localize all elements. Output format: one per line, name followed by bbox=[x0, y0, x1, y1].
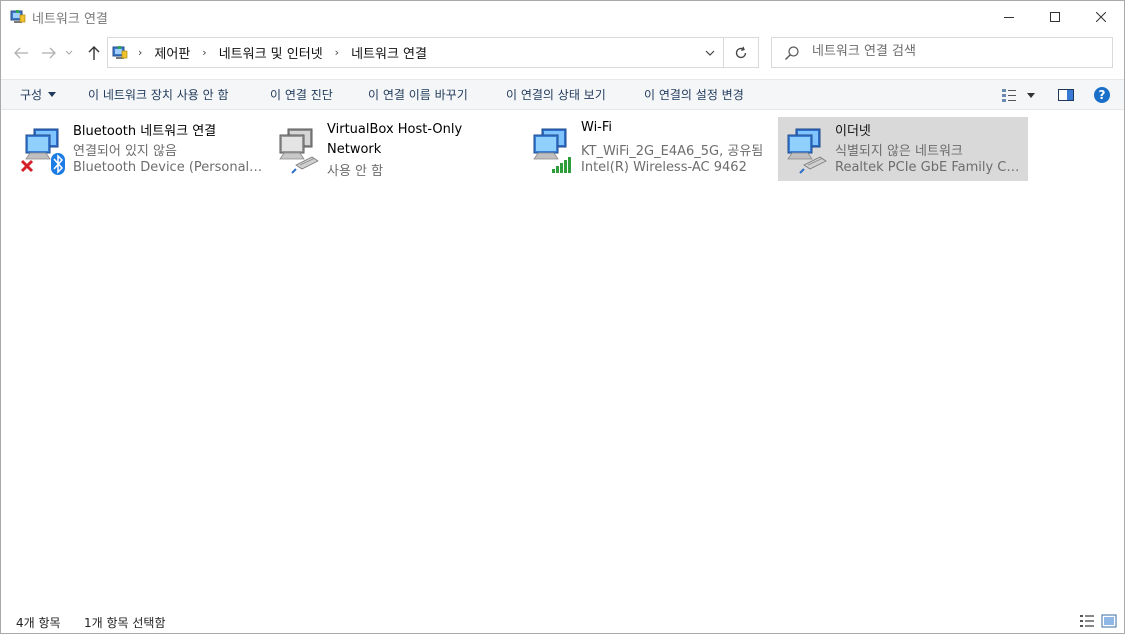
svg-text:?: ? bbox=[1099, 88, 1106, 102]
preview-pane-button[interactable] bbox=[1057, 86, 1075, 104]
arrow-right-icon bbox=[42, 47, 56, 59]
change-view-button[interactable] bbox=[1001, 86, 1041, 104]
connection-device: Intel(R) Wireless-AC 9462 bbox=[581, 160, 747, 175]
help-button[interactable]: ? bbox=[1093, 86, 1111, 104]
connection-status: 사용 안 함 bbox=[327, 164, 384, 179]
breadcrumb: › 제어판 › 네트워크 및 인터넷 › 네트워크 연결 bbox=[132, 38, 429, 67]
forward-button[interactable] bbox=[39, 43, 59, 63]
breadcrumb-separator[interactable]: › bbox=[138, 46, 142, 59]
network-connections-window: 네트워크 연결 › 제어판 › 네트워크 및 인터넷 › 네트워크 연결 네트워… bbox=[0, 0, 1125, 634]
minimize-button[interactable] bbox=[986, 1, 1032, 32]
view-options-icon bbox=[1002, 89, 1016, 102]
wifi-signal-icon bbox=[533, 128, 571, 173]
status-bar: 4개 항목 1개 항목 선택함 bbox=[1, 609, 1124, 633]
connection-status: KT_WiFi_2G_E4A6_5G, 공유됨 bbox=[581, 144, 764, 159]
arrow-left-icon bbox=[14, 47, 28, 59]
connection-name: Bluetooth 네트워크 연결 bbox=[73, 124, 217, 139]
address-history-dropdown[interactable] bbox=[703, 46, 717, 60]
close-button[interactable] bbox=[1078, 1, 1124, 32]
refresh-icon bbox=[735, 46, 747, 58]
ethernet-adapter-disabled-icon bbox=[279, 128, 319, 174]
diagnose-connection-button[interactable]: 이 연결 진단 bbox=[270, 80, 333, 109]
connection-item-virtualbox[interactable]: VirtualBox Host-Only Network 사용 안 함 bbox=[270, 117, 520, 181]
breadcrumb-item-network-connections[interactable]: 네트워크 연결 bbox=[349, 41, 429, 64]
connection-name: VirtualBox Host-Only Network bbox=[327, 122, 463, 157]
disable-device-button[interactable]: 이 네트워크 장치 사용 안 함 bbox=[88, 80, 229, 109]
view-status-button[interactable]: 이 연결의 상태 보기 bbox=[506, 80, 606, 109]
organize-menu-button[interactable]: 구성 bbox=[20, 80, 57, 109]
maximize-button[interactable] bbox=[1032, 1, 1078, 32]
refresh-button[interactable] bbox=[724, 37, 759, 68]
preview-pane-icon bbox=[1058, 89, 1074, 101]
arrow-up-icon bbox=[88, 46, 100, 60]
rename-connection-button[interactable]: 이 연결 이름 바꾸기 bbox=[368, 80, 468, 109]
up-button[interactable] bbox=[84, 43, 104, 63]
caret-down-icon bbox=[1027, 92, 1035, 98]
chevron-down-icon bbox=[65, 50, 73, 55]
close-icon bbox=[1096, 11, 1106, 22]
help-icon: ? bbox=[1094, 87, 1110, 103]
connection-item-ethernet[interactable]: 이더넷 식별되지 않은 네트워크 Realtek PCIe GbE Family… bbox=[778, 117, 1028, 181]
maximize-icon bbox=[1050, 11, 1060, 22]
bluetooth-network-disconnected-icon bbox=[20, 128, 65, 175]
control-panel-icon bbox=[112, 46, 128, 59]
item-count: 4개 항목 bbox=[16, 616, 61, 630]
address-bar[interactable]: › 제어판 › 네트워크 및 인터넷 › 네트워크 연결 bbox=[107, 37, 724, 68]
search-input[interactable] bbox=[812, 44, 1102, 59]
connections-list: Bluetooth 네트워크 연결 연결되어 있지 않음 Bluetooth D… bbox=[1, 111, 1124, 609]
recent-locations-button[interactable] bbox=[63, 43, 75, 63]
breadcrumb-item-network-internet[interactable]: 네트워크 및 인터넷 bbox=[217, 41, 325, 64]
connection-device: Bluetooth Device (Personal ... bbox=[73, 160, 263, 175]
caret-down-icon bbox=[48, 92, 57, 97]
details-view-icon[interactable] bbox=[1079, 614, 1095, 628]
command-bar: 구성 이 네트워크 장치 사용 안 함 이 연결 진단 이 연결 이름 바꾸기 … bbox=[1, 79, 1124, 110]
connection-item-wifi[interactable]: Wi-Fi KT_WiFi_2G_E4A6_5G, 공유됨 Intel(R) W… bbox=[524, 117, 774, 181]
connection-name: 이더넷 bbox=[835, 124, 871, 139]
search-icon bbox=[785, 46, 799, 60]
connection-status: 연결되어 있지 않음 bbox=[73, 144, 177, 159]
minimize-icon bbox=[1004, 16, 1014, 18]
network-connections-app-icon bbox=[10, 10, 26, 23]
connection-name: Wi-Fi bbox=[581, 120, 613, 135]
connection-device: Realtek PCIe GbE Family Co... bbox=[835, 160, 1025, 175]
change-settings-button[interactable]: 이 연결의 설정 변경 bbox=[644, 80, 744, 109]
title-bar: 네트워크 연결 bbox=[1, 1, 1124, 32]
search-box[interactable] bbox=[771, 37, 1113, 68]
ethernet-adapter-icon bbox=[787, 128, 827, 174]
connection-item-bluetooth[interactable]: Bluetooth 네트워크 연결 연결되어 있지 않음 Bluetooth D… bbox=[16, 117, 266, 181]
window-title: 네트워크 연결 bbox=[32, 12, 108, 27]
breadcrumb-separator[interactable]: › bbox=[202, 46, 206, 59]
breadcrumb-item-control-panel[interactable]: 제어판 bbox=[152, 41, 192, 64]
selected-count: 1개 항목 선택함 bbox=[84, 616, 166, 630]
organize-label: 구성 bbox=[20, 88, 43, 102]
back-button[interactable] bbox=[11, 43, 31, 63]
large-icons-view-icon[interactable] bbox=[1101, 614, 1117, 628]
chevron-down-icon bbox=[705, 50, 715, 56]
connection-status: 식별되지 않은 네트워크 bbox=[835, 144, 963, 159]
breadcrumb-separator[interactable]: › bbox=[335, 46, 339, 59]
address-row: › 제어판 › 네트워크 및 인터넷 › 네트워크 연결 bbox=[1, 32, 1124, 74]
